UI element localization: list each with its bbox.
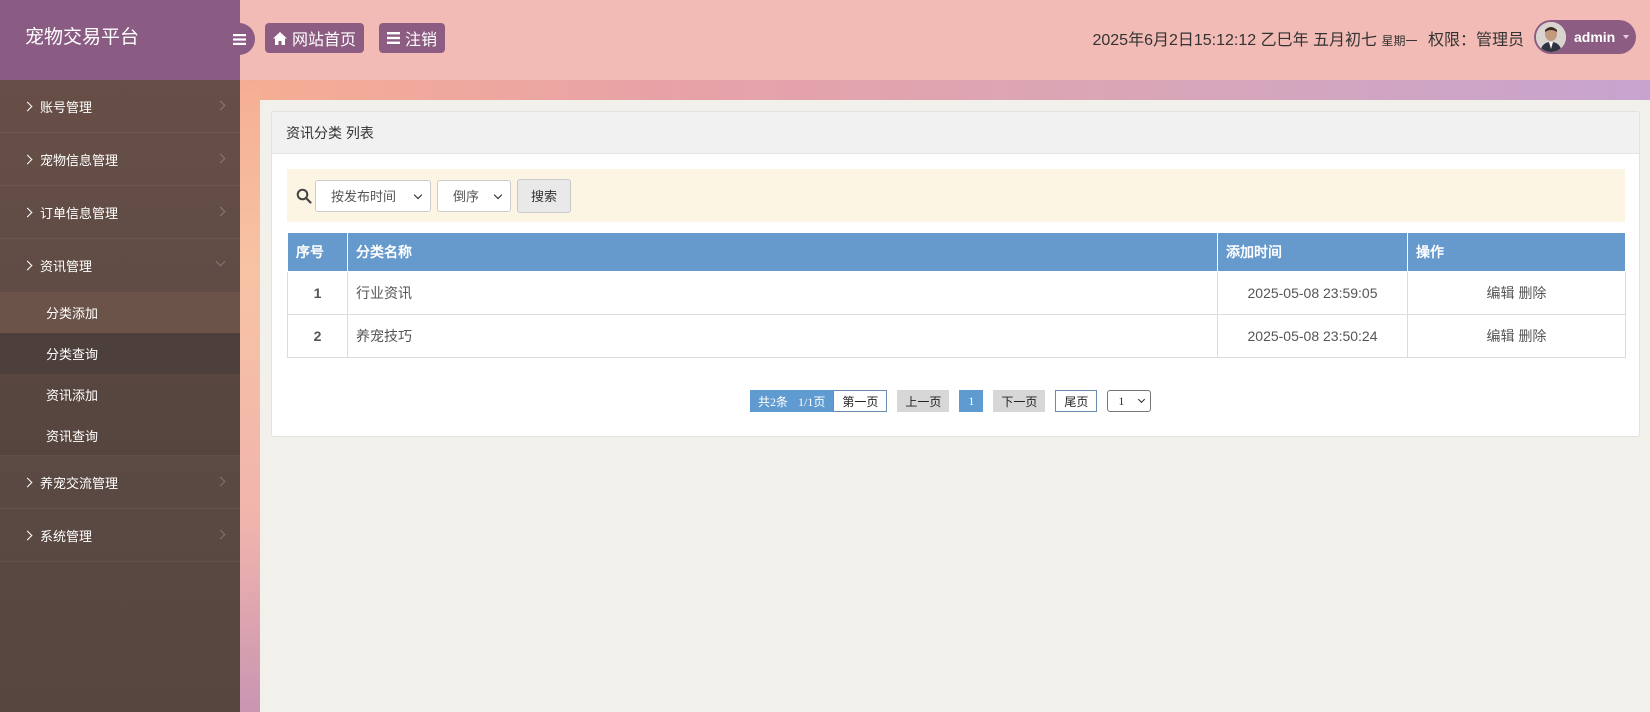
row-number: 2 [287,313,348,358]
sidebar-item-label: 资讯管理 [40,259,93,274]
weekday-text: 星期一 [1381,34,1418,48]
sidebar-subitem-label: 分类查询 [46,347,99,362]
sidebar-subitem-label: 资讯查询 [46,428,99,444]
decorative-strip [240,80,1650,100]
user-menu[interactable]: admin [1534,20,1636,54]
pager-first[interactable]: 第一页 [833,390,888,412]
added-time: 2025-05-08 23:50:24 [1217,313,1408,358]
column-header: 操作 [1407,233,1626,272]
sidebar-item-label: 养宠交流管理 [40,475,119,491]
home-button-label: 网站首页 [292,32,357,49]
table-row: 2 养宠技巧 2025-05-08 23:50:24 编辑 删除 [287,313,1626,358]
pager-current[interactable]: 1 [959,390,984,412]
row-actions: 编辑 删除 [1407,313,1626,358]
chevron-right-icon [22,207,33,217]
sidebar-item-label: 账号管理 [40,99,93,115]
chevron-down-icon [413,190,423,199]
sidebar-subitem-label: 分类添加 [46,306,99,321]
search-icon [296,188,312,204]
edit-link[interactable]: 编辑 [1487,285,1515,301]
pager-page-count: 1/1页 [798,394,826,409]
sort-field-select[interactable]: 按发布时间 [315,179,431,212]
sidebar: 宠物交易平台 账号管理 宠物信息管理 订单信息管理 资讯管理 分类添加 分类查询… [0,0,255,712]
row-actions: 编辑 删除 [1407,270,1626,315]
pager-total: 共2条 1/1页 [750,390,834,412]
pager-last[interactable]: 尾页 [1055,390,1098,412]
table-row: 1 行业资讯 2025-05-08 23:59:05 编辑 删除 [287,270,1626,315]
sidebar-item-system[interactable]: 系统管理 [0,509,240,562]
chevron-right-icon [22,477,33,487]
sort-field-value: 按发布时间 [331,189,397,204]
bars-icon [232,33,246,45]
brand-title: 宠物交易平台 [25,27,140,48]
sidebar-subitem-category-add[interactable]: 分类添加 [0,292,240,333]
chevron-right-icon [215,206,226,217]
sidebar-item-pet-info[interactable]: 宠物信息管理 [0,133,240,186]
sidebar-item-orders[interactable]: 订单信息管理 [0,186,240,239]
home-icon [273,31,287,45]
chevron-down-icon [215,256,226,267]
brand-area: 宠物交易平台 [0,0,255,80]
pagination: 共2条 1/1页 第一页 上一页 1 下一页 尾页 1 [750,390,1152,412]
category-name: 养宠技巧 [347,313,1218,358]
logout-button-label: 注销 [405,32,438,49]
column-header: 序号 [287,233,348,272]
pager-total-count: 共2条 [758,394,789,409]
main-panel: 资讯分类 列表 按发布时间 倒序 搜索 序号 分类名称 添加时间 操作 1 行业… [271,111,1640,437]
added-time: 2025-05-08 23:59:05 [1217,270,1408,315]
chevron-right-icon [22,530,33,540]
chevron-right-icon [215,529,226,540]
sidebar-subitem-label: 资讯添加 [46,388,99,403]
sidebar-item-account[interactable]: 账号管理 [0,80,240,133]
search-bar: 按发布时间 倒序 搜索 [287,169,1625,222]
home-button[interactable]: 网站首页 [265,23,365,53]
sort-order-select[interactable]: 倒序 [437,179,511,212]
pager-jump-select[interactable]: 1 [1107,390,1152,412]
search-button[interactable]: 搜索 [517,178,571,213]
top-header: 网站首页 注销 2025年6月2日15:12:12 乙巳年 五月初七 星期一 权… [240,0,1650,80]
username: admin [1574,29,1616,45]
delete-link[interactable]: 删除 [1518,285,1546,301]
header-info: 2025年6月2日15:12:12 乙巳年 五月初七 星期一 权限：管理员 [1092,26,1524,50]
pager-next[interactable]: 下一页 [993,390,1046,412]
edit-link[interactable]: 编辑 [1487,328,1515,344]
logout-button[interactable]: 注销 [379,23,446,53]
sidebar-item-community[interactable]: 养宠交流管理 [0,456,240,509]
caret-down-icon [1623,35,1630,39]
chevron-right-icon [22,154,33,164]
pager-prev[interactable]: 上一页 [897,390,950,412]
datetime-text: 2025年6月2日15:12:12 乙巳年 五月初七 [1092,32,1378,49]
chevron-right-icon [215,476,226,487]
list-icon [387,32,400,44]
sidebar-item-label: 系统管理 [40,528,93,544]
category-table: 序号 分类名称 添加时间 操作 1 行业资讯 2025-05-08 23:59:… [287,233,1626,358]
news-submenu: 分类添加 分类查询 资讯添加 资讯查询 [0,292,240,456]
delete-link[interactable]: 删除 [1518,328,1546,344]
chevron-right-icon [22,101,33,111]
panel-title: 资讯分类 列表 [272,112,1639,154]
role-text: 权限：管理员 [1427,32,1524,49]
chevron-right-icon [215,100,226,111]
sort-order-value: 倒序 [453,189,480,204]
sidebar-item-label: 订单信息管理 [40,205,119,221]
chevron-down-icon [493,190,503,199]
chevron-down-icon [1138,395,1146,404]
chevron-right-icon [215,153,226,164]
table-header-row: 序号 分类名称 添加时间 操作 [287,233,1626,272]
sidebar-subitem-news-query[interactable]: 资讯查询 [0,415,240,456]
sidebar-item-label: 宠物信息管理 [40,152,119,168]
pager-jump-value: 1 [1118,393,1125,408]
chevron-right-icon [22,260,33,271]
row-number: 1 [287,270,348,315]
category-name: 行业资讯 [347,270,1218,315]
column-header: 添加时间 [1217,233,1408,272]
sidebar-subitem-news-add[interactable]: 资讯添加 [0,374,240,415]
sidebar-toggle-button[interactable] [223,23,255,55]
sidebar-item-news[interactable]: 资讯管理 [0,239,240,292]
decorative-band [240,80,260,712]
column-header: 分类名称 [347,233,1218,272]
sidebar-subitem-category-query[interactable]: 分类查询 [0,333,240,374]
avatar [1536,22,1566,52]
